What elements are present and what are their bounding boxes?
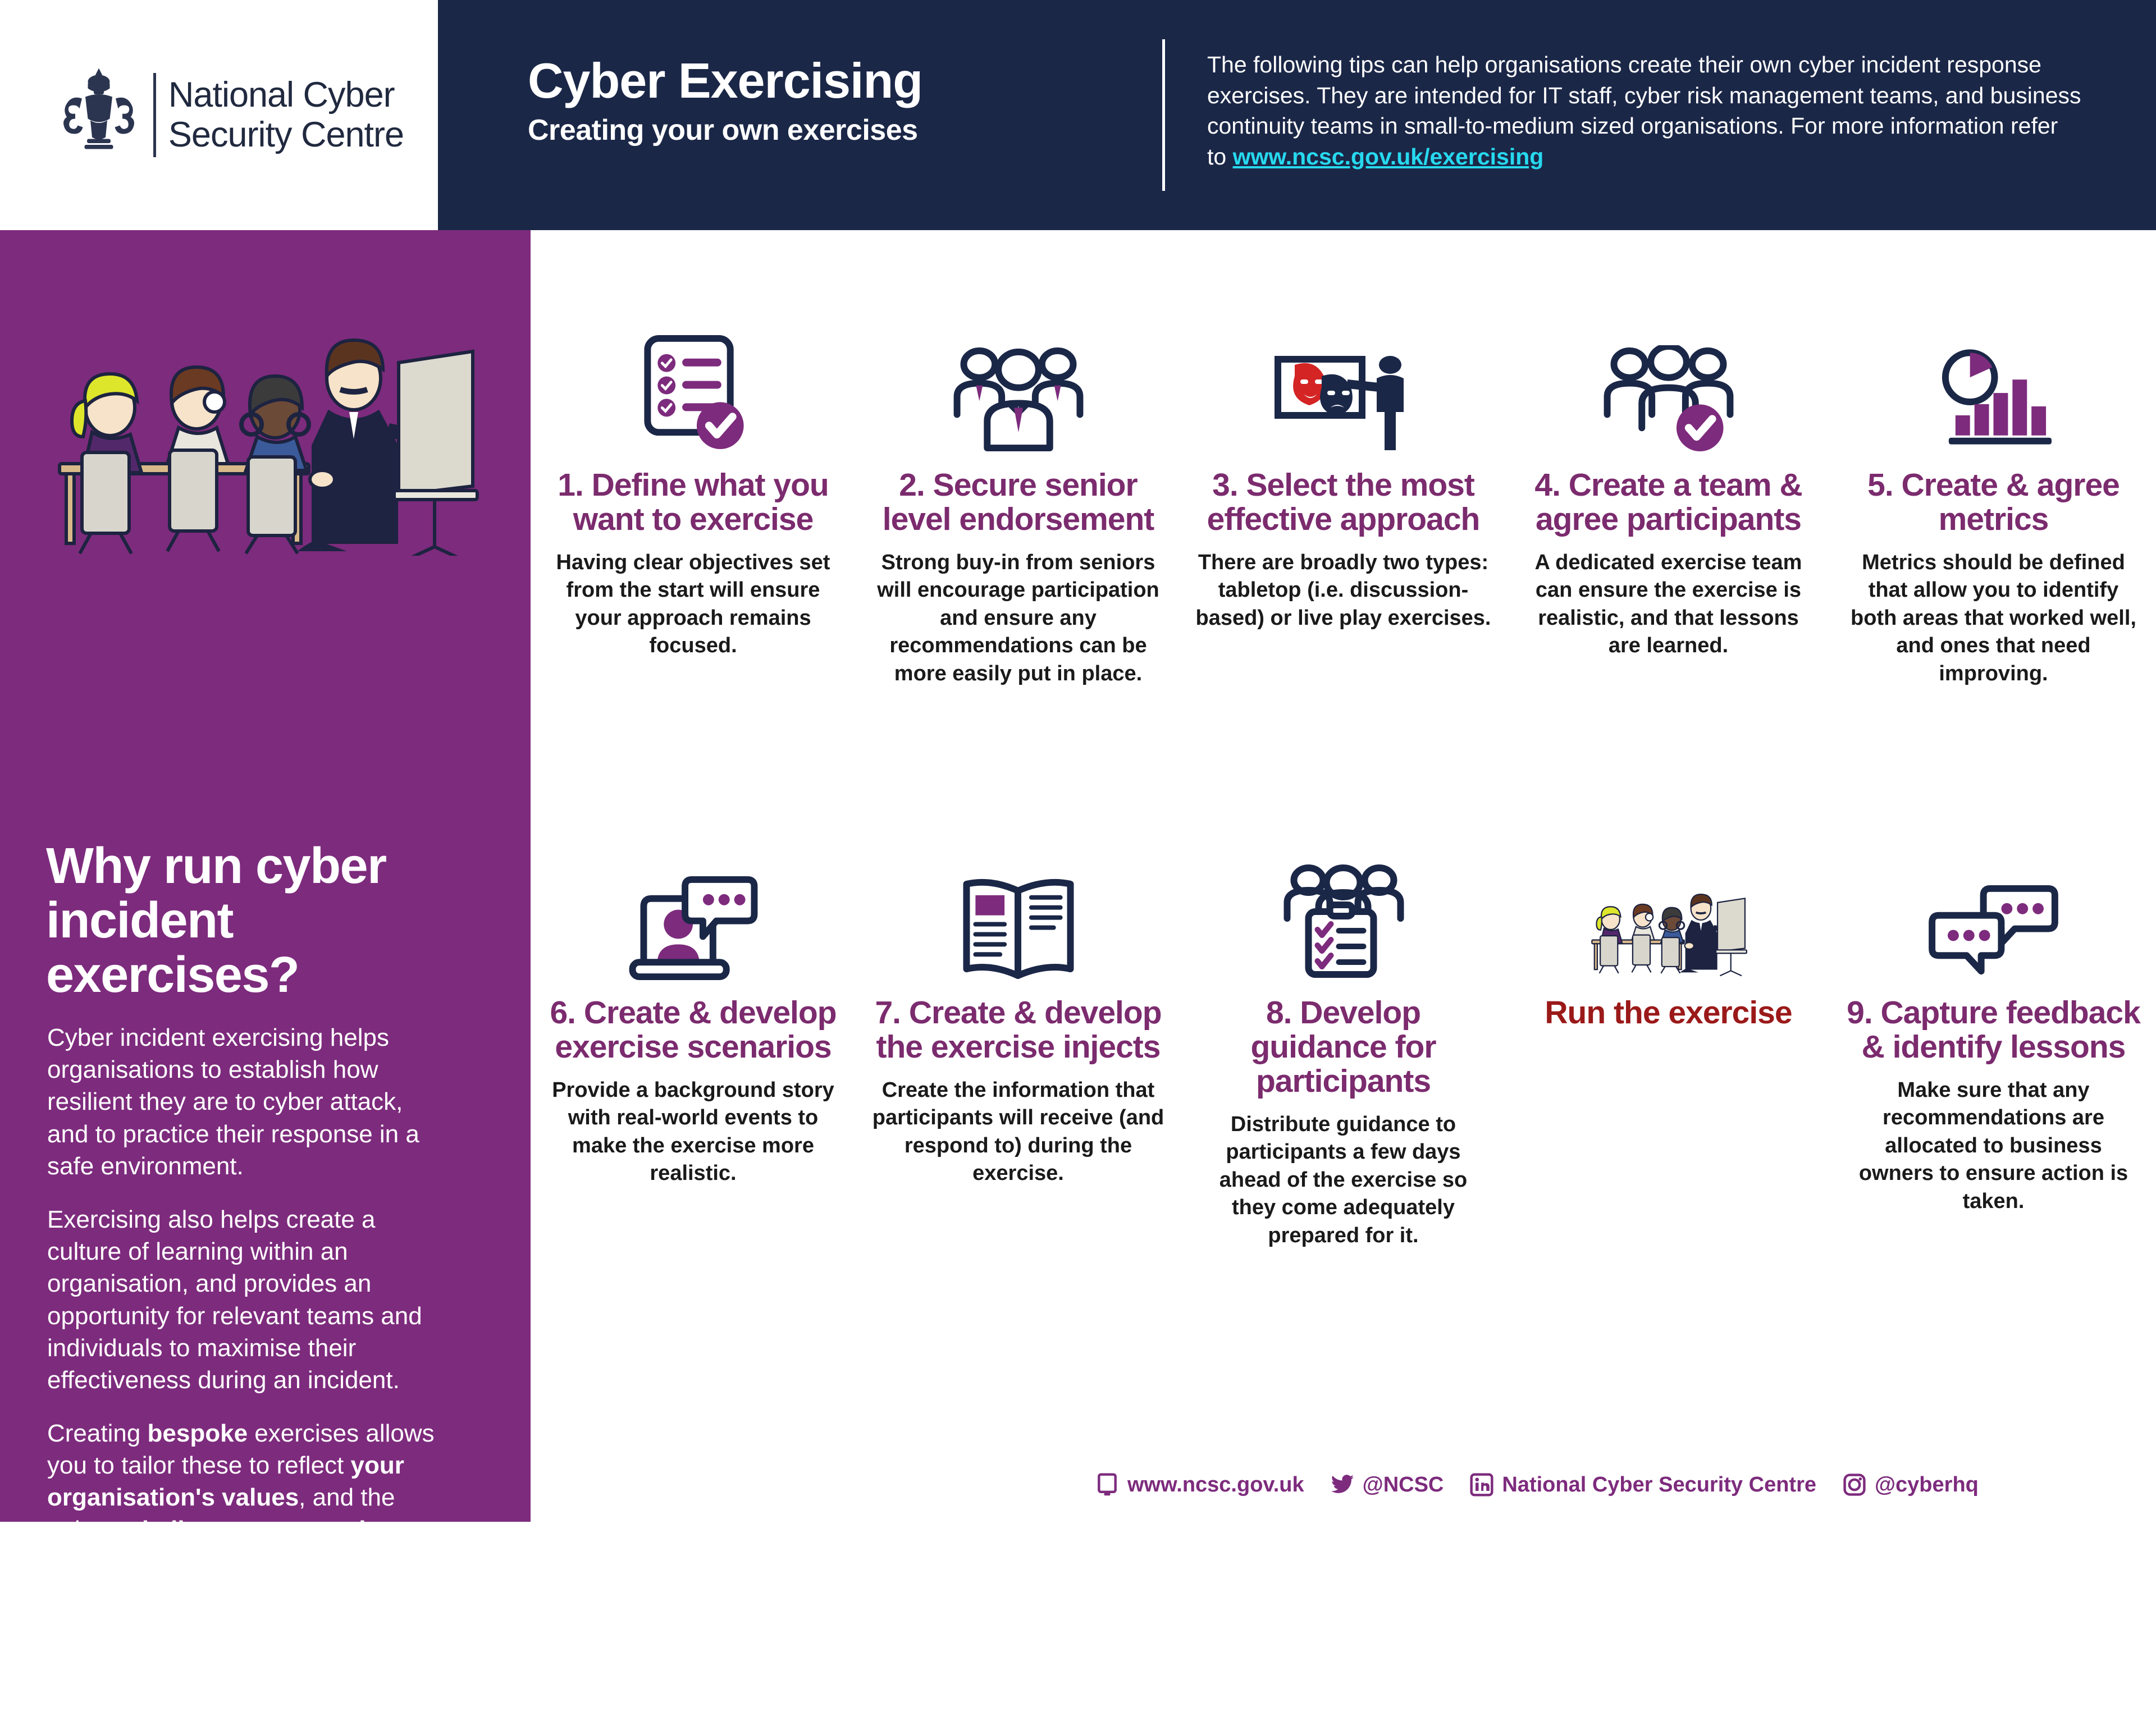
p3-text-1: Creating	[47, 1420, 148, 1448]
run-exercise-title: Run the exercise	[1545, 995, 1792, 1031]
panel-paragraph-1: Cyber incident exercising helps organisa…	[47, 1024, 419, 1180]
logo-wordmark: National Cyber Security Centre	[168, 75, 404, 154]
step-3-bold-tabletop: tabletop	[1218, 578, 1301, 602]
two-speech-bubbles-icon	[1929, 885, 2058, 975]
copyright-notice: © Crown Copyright 2020	[56, 1692, 291, 1715]
p3-bold-bespoke: bespoke	[147, 1420, 248, 1448]
team-check-icon	[1604, 345, 1733, 452]
step-2-desc: Strong buy-in from seniors will encourag…	[877, 550, 1159, 685]
step-3-icon-wrap	[1273, 314, 1414, 455]
checklist-icon	[643, 335, 744, 450]
p3-text-4: ,	[255, 1516, 270, 1544]
theatre-masks-presentation-icon	[1274, 356, 1404, 450]
step-2-title: 2. Secure senior level endorsement	[882, 467, 1155, 537]
step-4-desc: A dedicated exercise team can ensure the…	[1534, 550, 1802, 658]
run-the-exercise: Run the exercise	[1506, 842, 1831, 1308]
page-subtitle: Creating your own exercises	[528, 114, 918, 147]
exercising-link[interactable]: www.ncsc.gov.uk/exercising	[1233, 144, 1544, 170]
panel-heading: Why run cyber incident exercises?	[46, 838, 387, 1004]
step-2: 2. Secure senior level endorsement Stron…	[856, 314, 1181, 763]
step-8-desc: Distribute guidance to participants a fe…	[1219, 1112, 1468, 1247]
footer-website[interactable]: www.ncsc.gov.uk	[1095, 1472, 1304, 1497]
step-2-icon-wrap	[951, 314, 1086, 455]
panel-paragraph-2: Exercising also helps create a culture o…	[47, 1205, 422, 1394]
instagram-icon	[1843, 1474, 1866, 1496]
ncsc-logo: National Cyber Security Centre	[34, 63, 404, 167]
step-5-desc: Metrics should be defined that allow you…	[1851, 550, 2136, 685]
logo-divider	[153, 73, 156, 157]
logo-panel: National Cyber Security Centre	[0, 0, 438, 230]
step-4-title: 4. Create a team & agree participants	[1534, 467, 1802, 537]
step-3: 3. Select the most effective approach Th…	[1181, 314, 1506, 763]
steps-row-1: 1. Define what you want to exercise Havi…	[531, 314, 2156, 763]
footer-twitter-label: @NCSC	[1362, 1472, 1444, 1497]
step-6-title: 6. Create & develop exercise scenarios	[550, 995, 837, 1065]
step-5: 5. Create & agree metrics Metrics should…	[1831, 314, 2156, 763]
step-1-icon-wrap	[632, 314, 755, 455]
step-7: 7. Create & develop the exercise injects…	[856, 842, 1181, 1308]
panel-body: Cyber incident exercising helps organisa…	[47, 1022, 440, 1599]
step-8-title: 8. Develop guidance for participants	[1250, 995, 1436, 1099]
p3-text-6: you face.	[177, 1548, 285, 1576]
step-8: 8. Develop guidance for participants Dis…	[1181, 842, 1506, 1308]
run-exercise-icon-wrap	[1584, 842, 1753, 982]
header-intro-text: The following tips can help organisation…	[1207, 49, 2083, 172]
classroom-illustration-small	[1591, 893, 1747, 977]
classroom-illustration	[58, 338, 479, 556]
steps-area: 1. Define what you want to exercise Havi…	[531, 230, 2156, 1522]
step-9-title: 9. Capture feedback & identify lessons	[1847, 995, 2141, 1065]
step-4: 4. Create a team & agree participants A …	[1506, 314, 1831, 763]
linkedin-icon	[1470, 1473, 1493, 1497]
step-3-title: 3. Select the most effective approach	[1207, 467, 1481, 537]
laptop-chat-icon	[629, 876, 757, 981]
why-run-panel: Why run cyber incident exercises? Cyber …	[0, 230, 531, 1715]
step-9: 9. Capture feedback & identify lessons M…	[1831, 842, 2156, 1308]
step-9-desc: Make sure that any recommendations are a…	[1858, 1078, 2128, 1213]
footer-social-bar: www.ncsc.gov.uk @NCSC National Cyber Sec…	[1095, 1459, 2156, 1510]
panel-paragraph-3: Creating bespoke exercises allows you to…	[47, 1417, 440, 1578]
clipboard-people-icon	[1283, 864, 1404, 978]
p3-bold-threats: threats	[95, 1548, 178, 1576]
three-people-ties-icon	[953, 347, 1083, 452]
p3-bold-constraints: constraints	[270, 1516, 403, 1544]
logo-line-2: Security Centre	[168, 115, 404, 154]
step-7-icon-wrap	[960, 842, 1077, 982]
header-navy-band: Cyber Exercising Creating your own exerc…	[438, 0, 2156, 230]
step-9-icon-wrap	[1927, 842, 2059, 982]
step-3-bold-liveplay: live play	[1298, 606, 1382, 630]
footer-twitter[interactable]: @NCSC	[1330, 1472, 1444, 1497]
p3-bold-challenges: challenges	[128, 1516, 256, 1544]
page-header: National Cyber Security Centre Cyber Exe…	[0, 0, 2156, 230]
footer-linkedin[interactable]: National Cyber Security Centre	[1469, 1472, 1816, 1497]
footer-linkedin-label: National Cyber Security Centre	[1502, 1472, 1816, 1497]
step-6-desc: Provide a background story with real-wor…	[552, 1078, 834, 1186]
step-3-desc-3: exercises.	[1382, 606, 1491, 630]
steps-row-2: 6. Create & develop exercise scenarios P…	[531, 842, 2156, 1308]
footer-instagram[interactable]: @cyberhq	[1842, 1472, 1979, 1497]
step-5-title: 5. Create & agree metrics	[1867, 467, 2120, 537]
step-7-desc: Create the information that participants…	[872, 1078, 1164, 1186]
step-1-title: 1. Define what you want to exercise	[558, 467, 829, 537]
monitor-icon	[1098, 1473, 1117, 1496]
twitter-icon	[1331, 1475, 1354, 1493]
header-vertical-rule	[1162, 39, 1165, 191]
pie-bar-chart-icon	[1942, 349, 2052, 445]
logo-line-1: National Cyber	[168, 75, 395, 115]
step-7-title: 7. Create & develop the exercise injects	[875, 995, 1162, 1065]
header-title-block: Cyber Exercising Creating your own exerc…	[528, 56, 1140, 147]
step-6: 6. Create & develop exercise scenarios P…	[531, 842, 856, 1308]
page-title: Cyber Exercising	[528, 53, 923, 108]
open-book-icon	[963, 878, 1074, 980]
footer-website-label: www.ncsc.gov.uk	[1127, 1472, 1304, 1497]
step-5-icon-wrap	[1933, 314, 2054, 455]
step-6-icon-wrap	[623, 842, 764, 982]
step-1: 1. Define what you want to exercise Havi…	[531, 314, 856, 763]
royal-crest-icon	[63, 68, 134, 149]
step-3-desc: There are broadly two types: tabletop (i…	[1195, 549, 1491, 632]
step-4-icon-wrap	[1601, 314, 1736, 455]
step-8-icon-wrap	[1280, 842, 1406, 982]
footer-instagram-label: @cyberhq	[1874, 1472, 1979, 1497]
step-1-desc: Having clear objectives set from the sta…	[556, 550, 830, 658]
step-3-desc-1: There are broadly two types:	[1198, 550, 1489, 574]
